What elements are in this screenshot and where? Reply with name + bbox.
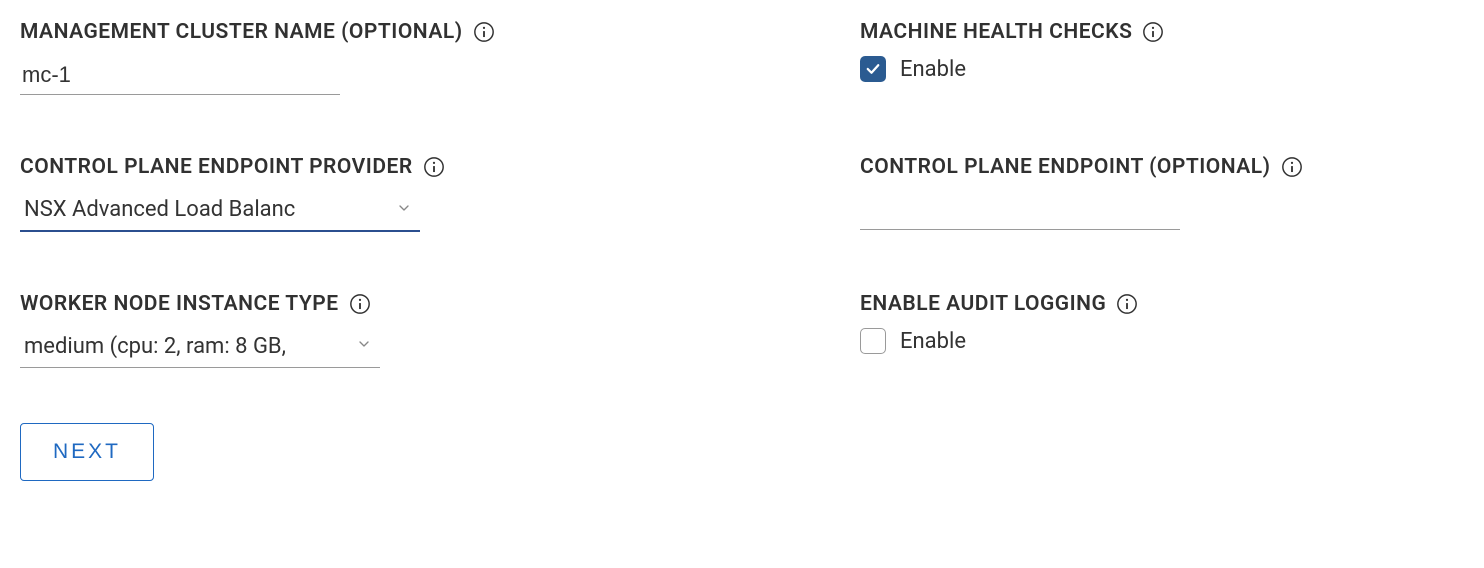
label-row: CONTROL PLANE ENDPOINT (OPTIONAL) — [860, 155, 1460, 179]
info-icon[interactable] — [423, 156, 445, 178]
checkbox-row: Enable — [860, 56, 1460, 82]
worker-node-instance-type-select[interactable]: medium (cpu: 2, ram: 8 GB, — [20, 328, 380, 368]
info-icon[interactable] — [1116, 293, 1138, 315]
button-row: NEXT — [20, 423, 1464, 481]
label-row: MANAGEMENT CLUSTER NAME (OPTIONAL) — [20, 20, 620, 44]
worker-node-instance-type-label: WORKER NODE INSTANCE TYPE — [20, 292, 339, 316]
machine-health-checks-checkbox-label: Enable — [900, 57, 966, 82]
info-icon[interactable] — [349, 293, 371, 315]
label-row: CONTROL PLANE ENDPOINT PROVIDER — [20, 155, 620, 179]
management-cluster-name-field: MANAGEMENT CLUSTER NAME (OPTIONAL) — [20, 20, 620, 95]
management-cluster-name-input[interactable] — [20, 56, 340, 95]
label-row: MACHINE HEALTH CHECKS — [860, 20, 1460, 44]
next-button[interactable]: NEXT — [20, 423, 154, 481]
management-cluster-name-label: MANAGEMENT CLUSTER NAME (OPTIONAL) — [20, 20, 463, 44]
enable-audit-logging-checkbox-label: Enable — [900, 329, 966, 354]
label-row: WORKER NODE INSTANCE TYPE — [20, 292, 620, 316]
label-row: ENABLE AUDIT LOGGING — [860, 292, 1460, 316]
info-icon[interactable] — [1142, 21, 1164, 43]
checkbox-row: Enable — [860, 328, 1460, 354]
machine-health-checks-checkbox[interactable] — [860, 56, 886, 82]
info-icon[interactable] — [473, 21, 495, 43]
machine-health-checks-label: MACHINE HEALTH CHECKS — [860, 20, 1132, 44]
select-value: NSX Advanced Load Balanc — [20, 191, 420, 232]
control-plane-endpoint-provider-label: CONTROL PLANE ENDPOINT PROVIDER — [20, 155, 413, 179]
enable-audit-logging-checkbox[interactable] — [860, 328, 886, 354]
control-plane-endpoint-input[interactable] — [860, 191, 1180, 230]
control-plane-endpoint-label: CONTROL PLANE ENDPOINT (OPTIONAL) — [860, 155, 1271, 179]
control-plane-endpoint-provider-select[interactable]: NSX Advanced Load Balanc — [20, 191, 420, 232]
worker-node-instance-type-field: WORKER NODE INSTANCE TYPE medium (cpu: 2… — [20, 292, 620, 368]
select-value: medium (cpu: 2, ram: 8 GB, — [20, 328, 380, 368]
enable-audit-logging-label: ENABLE AUDIT LOGGING — [860, 292, 1106, 316]
control-plane-endpoint-provider-field: CONTROL PLANE ENDPOINT PROVIDER NSX Adva… — [20, 155, 620, 232]
machine-health-checks-field: MACHINE HEALTH CHECKS Enable — [860, 20, 1460, 95]
control-plane-endpoint-field: CONTROL PLANE ENDPOINT (OPTIONAL) — [860, 155, 1460, 232]
enable-audit-logging-field: ENABLE AUDIT LOGGING Enable — [860, 292, 1460, 368]
info-icon[interactable] — [1281, 156, 1303, 178]
